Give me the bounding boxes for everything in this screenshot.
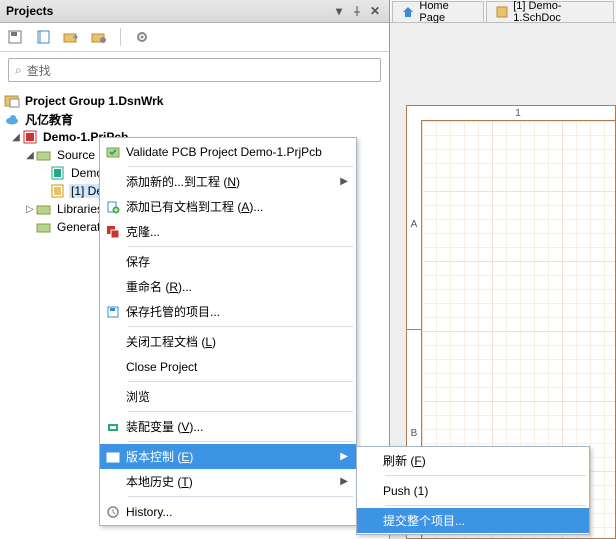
tab-label: Home Page [419,0,474,24]
menu-label: 重命名 (R)... [126,278,356,295]
menu-history[interactable]: History... [100,499,356,524]
menu-label: 添加已有文档到工程 (A)... [126,198,356,215]
tree-label: Project Group 1.DsnWrk [23,94,165,108]
menu-label: Push (1) [383,484,589,498]
expand-icon[interactable]: ◢ [10,132,22,143]
column-header: 1 [421,106,615,121]
version-control-submenu: 刷新 (F) Push (1) 提交整个项目... [356,446,590,535]
gear-icon[interactable] [133,28,151,46]
panel-menu-icon[interactable]: ▾ [331,3,347,19]
menu-label: Close Project [126,360,356,374]
add-doc-icon [100,200,126,214]
menu-label: 版本控制 (E) [126,448,356,465]
workspace-icon [4,93,20,109]
menu-close-project[interactable]: Close Project [100,354,356,379]
managed-icon [100,305,126,319]
menu-label: 刷新 (F) [383,452,589,469]
menu-validate[interactable]: Validate PCB Project Demo-1.PrjPcb [100,139,356,164]
menu-browse[interactable]: 浏览 [100,384,356,409]
context-menu: Validate PCB Project Demo-1.PrjPcb 添加新的.… [99,137,357,526]
tree-edu[interactable]: 凡亿教育 [4,110,389,128]
expand-icon[interactable]: ▷ [24,204,36,215]
menu-label: Validate PCB Project Demo-1.PrjPcb [126,145,356,159]
search-input[interactable]: ⌕ 查找 [8,58,381,82]
panel-close-icon[interactable]: ✕ [367,3,383,19]
panel-header: Projects ▾ ✕ [0,0,389,23]
menu-label: 添加新的...到工程 (N) [126,173,356,190]
tree-label: Generat [55,220,102,234]
submenu-commit[interactable]: 提交整个项目... [357,508,589,533]
save-icon[interactable] [6,28,24,46]
folder-icon [36,219,52,235]
history-icon [100,505,126,519]
menu-clone[interactable]: 克隆... [100,219,356,244]
tree-label: Libraries [55,202,105,216]
assembly-icon [100,420,126,434]
menu-save[interactable]: 保存 [100,249,356,274]
row-cell: A [407,120,421,330]
panel-pin-icon[interactable] [349,3,365,19]
sch-doc-icon [495,5,508,19]
folder-arrow-icon[interactable] [62,28,80,46]
tab-label: [1] Demo-1.SchDoc [513,0,605,24]
folder-icon [36,201,52,217]
submenu-push[interactable]: Push (1) [357,478,589,503]
menu-label: 关闭工程文档 (L) [126,333,356,350]
menu-label: 浏览 [126,388,356,405]
document-icon[interactable] [34,28,52,46]
version-control-icon [100,450,126,464]
home-icon [401,5,414,19]
menu-label: 保存托管的项目... [126,303,356,320]
menu-rename[interactable]: 重命名 (R)... [100,274,356,299]
menu-add-new[interactable]: 添加新的...到工程 (N)▶ [100,169,356,194]
menu-label: 本地历史 (T) [126,473,356,490]
search-icon: ⌕ [15,63,22,78]
menu-label: 克隆... [126,223,356,240]
tree-label: 凡亿教育 [23,111,75,128]
tree-root[interactable]: Project Group 1.DsnWrk [4,92,389,110]
tab-home[interactable]: Home Page [392,1,484,22]
pcb-doc-icon [50,165,66,181]
cloud-icon [4,111,20,127]
menu-version-control[interactable]: 版本控制 (E)▶ [100,444,356,469]
projects-toolbar [0,23,389,52]
menu-label: History... [126,505,356,519]
submenu-arrow-icon: ▶ [340,451,348,462]
submenu-arrow-icon: ▶ [340,176,348,187]
menu-local-history[interactable]: 本地历史 (T)▶ [100,469,356,494]
sch-doc-icon [50,183,66,199]
project-icon [22,129,38,145]
panel-title-text: Projects [6,4,53,18]
menu-label: 保存 [126,253,356,270]
projects-panel: Projects ▾ ✕ ⌕ 查找 Project Group 1.DsnWrk [0,0,390,539]
validate-icon [100,145,126,159]
menu-add-existing[interactable]: 添加已有文档到工程 (A)... [100,194,356,219]
menu-save-managed[interactable]: 保存托管的项目... [100,299,356,324]
menu-label: 提交整个项目... [383,512,589,529]
submenu-refresh[interactable]: 刷新 (F) [357,448,589,473]
clone-icon [100,225,126,239]
expand-icon[interactable]: ◢ [24,150,36,161]
menu-close-docs[interactable]: 关闭工程文档 (L) [100,329,356,354]
document-tabs: Home Page [1] Demo-1.SchDoc [390,0,616,23]
menu-label: 装配变量 (V)... [126,418,356,435]
menu-assembly[interactable]: 装配变量 (V)... [100,414,356,439]
folder-icon [36,147,52,163]
folder-gear-icon[interactable] [90,28,108,46]
submenu-arrow-icon: ▶ [340,476,348,487]
tab-schdoc[interactable]: [1] Demo-1.SchDoc [486,1,614,22]
search-placeholder: 查找 [27,62,51,79]
